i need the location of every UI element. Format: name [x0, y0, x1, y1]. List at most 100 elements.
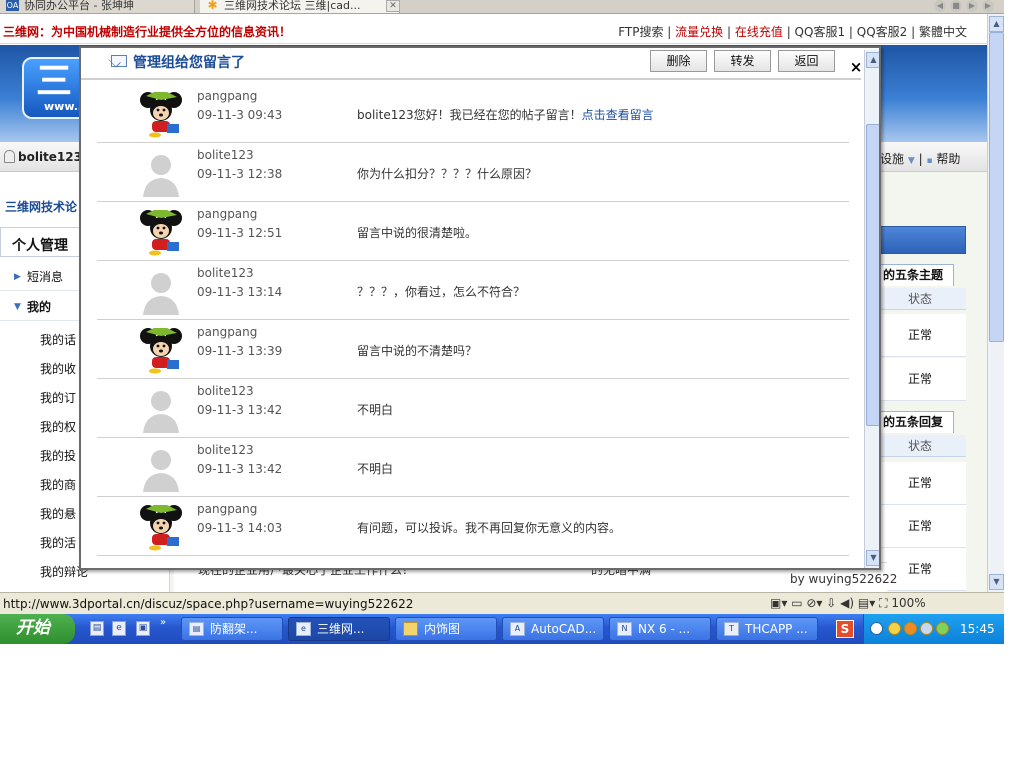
menu-facilities[interactable]: 设施	[880, 152, 904, 166]
sidebar-subitem[interactable]: 我的投	[40, 447, 76, 464]
mickey-avatar[interactable]	[137, 208, 185, 256]
username-menu[interactable]: bolite123	[4, 150, 82, 164]
top-link-qq-service-2[interactable]: QQ客服2	[857, 25, 908, 39]
cad-icon: A	[510, 622, 525, 636]
sound-icon[interactable]: ◀)	[840, 596, 854, 610]
browser-tab-3dportal[interactable]: ✱ 三维网技术论坛 三维|cad...	[200, 0, 400, 13]
message-author[interactable]: pangpang	[197, 502, 257, 516]
tray-app-icon[interactable]	[936, 622, 949, 635]
top-link-traditional-chinese[interactable]: 繁體中文	[919, 25, 967, 39]
zoom-level[interactable]: 100%	[891, 596, 925, 610]
tray-app-icon[interactable]	[888, 622, 901, 635]
chevron-double-right-icon[interactable]: »	[160, 617, 166, 628]
message-row: pangpang 09-11-3 09:43 bolite123您好！我已经在您的帖…	[97, 84, 849, 143]
quick-launch-doc-icon[interactable]: ▤	[90, 621, 104, 636]
taskbar-item[interactable]: T THCAPP ...	[716, 617, 818, 641]
forward-button[interactable]: 转发	[714, 50, 771, 72]
mickey-avatar[interactable]	[137, 326, 185, 374]
message-text: 不明白	[357, 460, 393, 477]
message-author[interactable]: bolite123	[197, 148, 254, 162]
view-message-link[interactable]: 点击查看留言	[582, 108, 654, 122]
blocked-icon[interactable]: ⊘▾	[806, 596, 822, 610]
nav-back-icon[interactable]: ◀	[934, 0, 946, 12]
quick-launch-ie-icon[interactable]: e	[112, 621, 126, 636]
username-label: bolite123	[18, 150, 82, 164]
scroll-thumb[interactable]	[989, 32, 1004, 342]
nx-icon: N	[617, 622, 632, 636]
mickey-avatar[interactable]	[137, 90, 185, 138]
message-author[interactable]: bolite123	[197, 443, 254, 457]
tab-latest-replies[interactable]: 的五条回复	[880, 411, 954, 433]
scroll-down-icon[interactable]: ▼	[866, 550, 879, 566]
top-link-recharge[interactable]: 在线充值	[735, 25, 783, 39]
start-button[interactable]: 开始	[0, 614, 75, 644]
scroll-thumb[interactable]	[866, 124, 879, 426]
nav-stop-icon[interactable]: ■	[950, 0, 962, 12]
message-author[interactable]: pangpang	[197, 325, 257, 339]
sidebar-item-label: 我的	[27, 300, 52, 314]
taskbar-item-label: NX 6 - ...	[638, 622, 691, 636]
message-author[interactable]: pangpang	[197, 207, 257, 221]
close-tab-icon[interactable]: ✕	[386, 0, 400, 12]
sidebar-subitem[interactable]: 我的收	[40, 360, 76, 377]
page-icon[interactable]: ▣▾	[770, 596, 787, 610]
taskbar-item[interactable]: A AutoCAD...	[502, 617, 604, 641]
mickey-avatar[interactable]	[137, 503, 185, 551]
browser-status-bar: http://www.3dportal.cn/discuz/space.php?…	[0, 592, 1004, 614]
nav-next-icon[interactable]: ▶	[982, 0, 994, 12]
back-button[interactable]: 返回	[778, 50, 835, 72]
column-header-status: 状态	[880, 288, 966, 310]
tab-latest-topics[interactable]: 的五条主题	[880, 264, 954, 286]
tab-icon[interactable]: ▭	[791, 596, 802, 610]
logo-text: 三	[36, 61, 73, 102]
top-link-traffic-exchange[interactable]: 流量兑换	[675, 25, 723, 39]
sidebar-subitem[interactable]: 我的订	[40, 389, 76, 406]
close-icon[interactable]: ×	[849, 59, 863, 75]
message-body: 留言中说的很清楚啦。	[357, 226, 478, 240]
breadcrumb[interactable]: 三维网技术论	[5, 198, 77, 215]
download-icon[interactable]: ⇩	[826, 596, 836, 610]
nav-forward-icon[interactable]: ▶	[966, 0, 978, 12]
chevron-left-icon[interactable]	[870, 622, 883, 635]
screen: OA 协同办公平台 - 张坤坤 ✱ 三维网技术论坛 三维|cad... ✕ ◀ …	[0, 0, 1024, 768]
sidebar-subitem[interactable]: 我的权	[40, 418, 76, 435]
taskbar-item[interactable]: 内饰图	[395, 617, 497, 641]
s-app-icon[interactable]: S	[836, 620, 854, 638]
scroll-up-icon[interactable]: ▲	[989, 16, 1004, 32]
default-avatar[interactable]	[137, 267, 185, 315]
message-text: bolite123您好！我已经在您的帖子留言！点击查看留言	[357, 106, 654, 123]
sidebar-subitem[interactable]: 我的商	[40, 476, 76, 493]
message-author[interactable]: pangpang	[197, 89, 257, 103]
menu-help[interactable]: 帮助	[936, 152, 960, 166]
message-row: bolite123 09-11-3 12:38 你为什么扣分？？？？什么原因？	[97, 143, 849, 202]
default-avatar[interactable]	[137, 385, 185, 433]
message-text: 你为什么扣分？？？？什么原因？	[357, 165, 537, 182]
message-row: bolite123 09-11-3 13:42 不明白	[97, 438, 849, 497]
network-icon[interactable]	[920, 622, 933, 635]
default-avatar[interactable]	[137, 149, 185, 197]
message-author[interactable]: bolite123	[197, 266, 254, 280]
top-link-qq-service-1[interactable]: QQ客服1	[795, 25, 846, 39]
delete-button[interactable]: 删除	[650, 50, 707, 72]
browser-tab-oa[interactable]: OA 协同办公平台 - 张坤坤	[0, 0, 195, 13]
taskbar-item[interactable]: N NX 6 - ...	[609, 617, 711, 641]
tray-app-icon[interactable]	[904, 622, 917, 635]
quick-launch-desktop-icon[interactable]: ▣	[136, 621, 150, 636]
scroll-up-icon[interactable]: ▲	[866, 52, 879, 68]
taskbar-item[interactable]: ▤ 防翻架...	[181, 617, 283, 641]
page-scrollbar[interactable]: ▲ ▼	[987, 14, 1004, 592]
message-text: ？？？，你看过，怎么不符合？	[357, 283, 525, 300]
sidebar-subitem[interactable]: 我的话	[40, 331, 76, 348]
sidebar-subitem[interactable]: 我的悬	[40, 505, 76, 522]
taskbar-item[interactable]: e 三维网...	[288, 617, 390, 641]
dialog-scrollbar[interactable]: ▲ ▼	[864, 50, 879, 568]
sidebar-subitem[interactable]: 我的活	[40, 534, 76, 551]
top-link-ftp-search[interactable]: FTP搜索	[618, 25, 663, 39]
security-icon[interactable]: ▤▾	[858, 596, 875, 610]
message-author[interactable]: bolite123	[197, 384, 254, 398]
default-avatar[interactable]	[137, 444, 185, 492]
scroll-down-icon[interactable]: ▼	[989, 574, 1004, 590]
message-time: 09-11-3 12:51	[197, 226, 283, 240]
status-cell: 正常	[880, 462, 966, 505]
user-icon	[4, 150, 15, 163]
